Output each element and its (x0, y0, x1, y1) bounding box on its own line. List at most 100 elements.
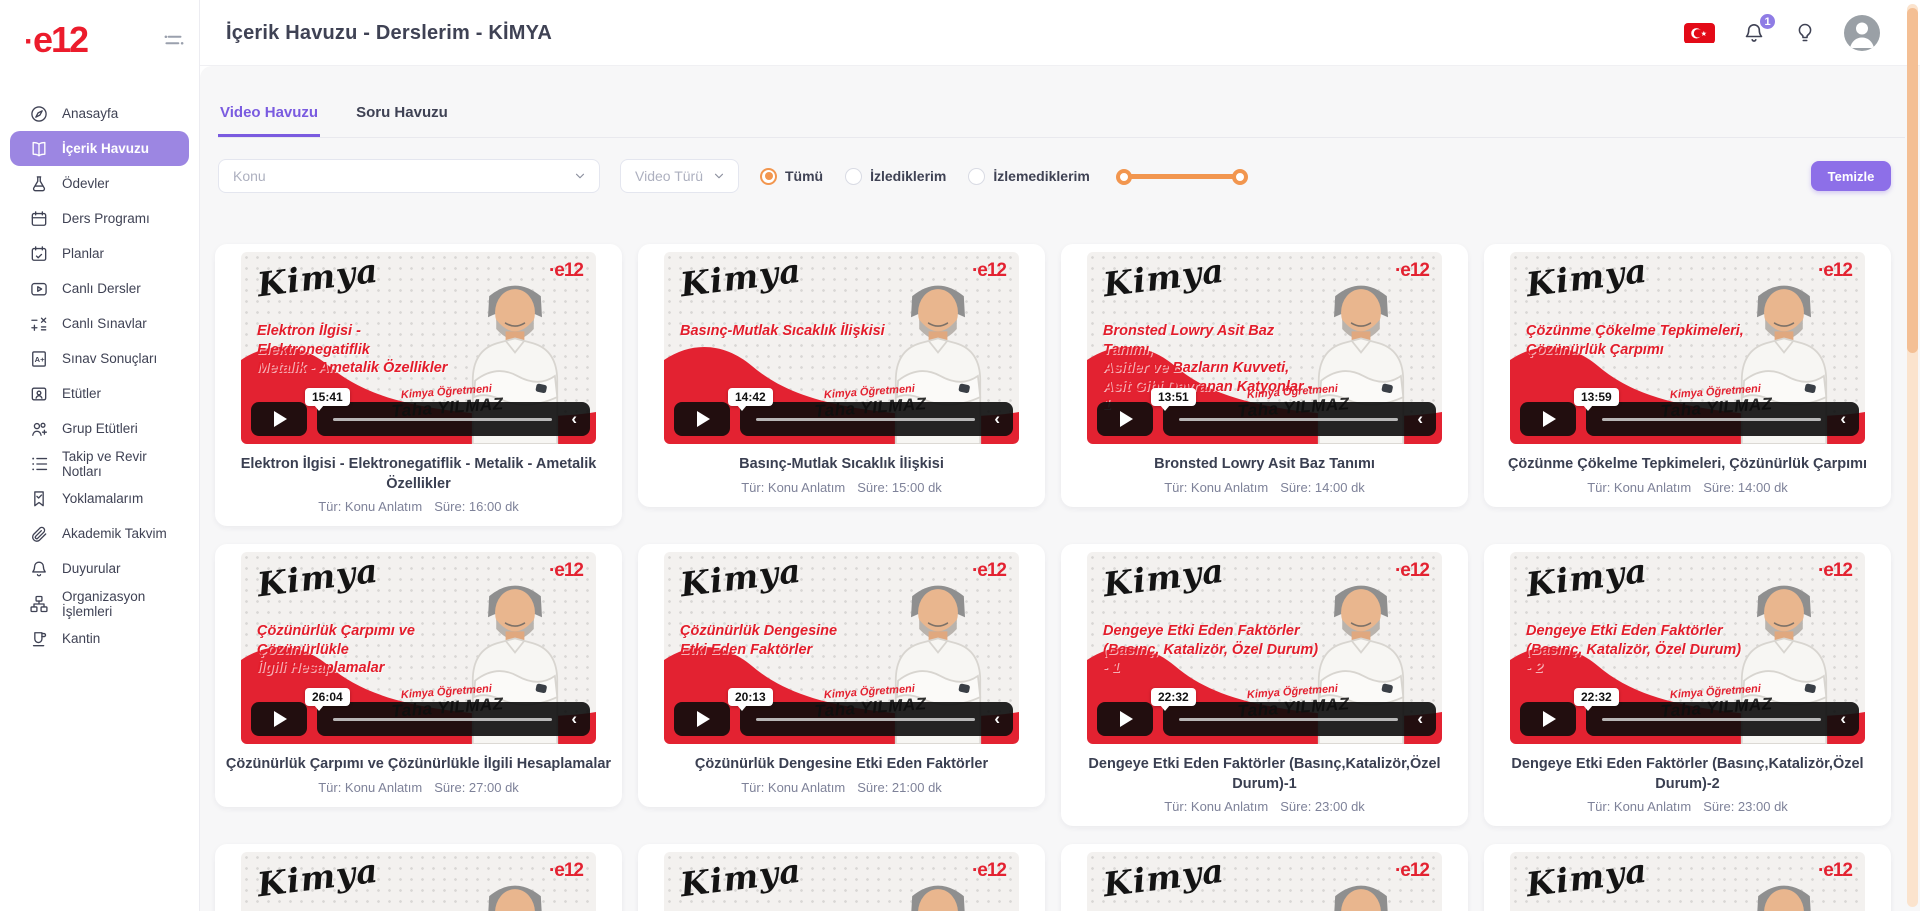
sidebar-item-anasayfa[interactable]: Anasayfa (10, 96, 189, 131)
video-type: Tür: Konu Anlatım (318, 499, 422, 514)
slider-track[interactable] (1124, 174, 1240, 179)
video-card[interactable]: Kimya ·e12 Dengeye Etki Eden Faktörler(B… (1061, 544, 1468, 826)
tab-video-havuzu[interactable]: Video Havuzu (218, 104, 320, 137)
sidebar-toggle-icon[interactable] (161, 27, 187, 53)
video-thumbnail[interactable]: Kimya ·e12 Kimya Öğretmeni Taha YILMAZ (241, 852, 596, 911)
progress-track (333, 718, 552, 721)
video-thumbnail[interactable]: Kimya ·e12 Elektron İlgisi - Elektronega… (241, 252, 596, 444)
play-button[interactable] (1097, 402, 1153, 436)
turkish-flag-icon[interactable] (1684, 23, 1715, 44)
video-card[interactable]: Kimya ·e12 Çözünürlük DengesineEtki Eden… (638, 544, 1045, 807)
video-card[interactable]: Kimya ·e12 Kimya Öğretmeni Taha YILMAZ (215, 844, 622, 911)
video-progress-bar[interactable]: ‹ (317, 702, 590, 736)
video-thumbnail[interactable]: Kimya ·e12 Bronsted Lowry Asit Baz Tanım… (1087, 252, 1442, 444)
sidebar-item-i-çerik-havuzu[interactable]: İçerik Havuzu (10, 131, 189, 166)
progress-track (756, 718, 975, 721)
compass-icon (29, 104, 49, 124)
konu-placeholder: Konu (233, 168, 266, 184)
sidebar-item-akademik-takvim[interactable]: Akademik Takvim (10, 516, 189, 551)
collapse-chevron-icon: ‹ (1417, 410, 1423, 427)
video-card[interactable]: Kimya ·e12 Kimya Öğretmeni Taha YILMAZ (1061, 844, 1468, 911)
play-button[interactable] (674, 402, 730, 436)
video-duration-label: Süre: 27:00 dk (434, 780, 519, 795)
video-thumbnail[interactable]: Kimya ·e12 Çözünürlük DengesineEtki Eden… (664, 552, 1019, 744)
video-card[interactable]: Kimya ·e12 Basınç-Mutlak Sıcaklık İlişki… (638, 244, 1045, 507)
sidebar-item-planlar[interactable]: Planlar (10, 236, 189, 271)
video-card[interactable]: Kimya ·e12 Kimya Öğretmeni Taha YILMAZ (1484, 844, 1891, 911)
play-button[interactable] (1520, 702, 1576, 736)
progress-track (1602, 718, 1821, 721)
duration-chip: 14:42 (728, 388, 773, 406)
sidebar-item-duyurular[interactable]: Duyurular (10, 551, 189, 586)
duration-chip: 20:13 (728, 688, 773, 706)
sidebar-item-canlı-dersler[interactable]: Canlı Dersler (10, 271, 189, 306)
video-progress-bar[interactable]: ‹ (1586, 702, 1859, 736)
page-scrollbar[interactable] (1907, 4, 1918, 907)
bell-icon (29, 559, 49, 579)
video-turu-select[interactable]: Video Türü (620, 159, 739, 193)
video-progress-bar[interactable]: ‹ (1163, 402, 1436, 436)
video-card[interactable]: Kimya ·e12 Bronsted Lowry Asit Baz Tanım… (1061, 244, 1468, 507)
play-icon (1543, 411, 1556, 427)
video-card[interactable]: Kimya ·e12 Elektron İlgisi - Elektronega… (215, 244, 622, 526)
video-title: Elektron İlgisi - Elektronegatiflik - Me… (225, 455, 612, 494)
video-card[interactable]: Kimya ·e12 Dengeye Etki Eden Faktörler(B… (1484, 544, 1891, 826)
radio-tumu[interactable]: Tümü (760, 168, 823, 185)
video-meta: Tür: Konu AnlatımSüre: 15:00 dk (646, 480, 1037, 495)
play-button[interactable] (251, 702, 307, 736)
duration-range-slider[interactable] (1116, 159, 1248, 193)
video-card[interactable]: Kimya ·e12 Çözünürlük Çarpımı ve Çözünür… (215, 544, 622, 807)
video-card[interactable]: Kimya ·e12 Çözünme Çökelme Tepkimeleri,Ç… (1484, 244, 1891, 507)
slider-handle-max[interactable] (1232, 169, 1248, 185)
sidebar-item-grup-etütleri[interactable]: Grup Etütleri (10, 411, 189, 446)
video-thumbnail[interactable]: Kimya ·e12 Kimya Öğretmeni Taha YILMAZ (1087, 852, 1442, 911)
page-title: İçerik Havuzu - Derslerim - KİMYA (226, 0, 552, 66)
video-progress-bar[interactable]: ‹ (1586, 402, 1859, 436)
video-duration-label: Süre: 14:00 dk (1703, 480, 1788, 495)
video-progress-bar[interactable]: ‹ (740, 702, 1013, 736)
video-card[interactable]: Kimya ·e12 Kimya Öğretmeni Taha YILMAZ (638, 844, 1045, 911)
sidebar-item-canlı-sınavlar[interactable]: Canlı Sınavlar (10, 306, 189, 341)
video-thumbnail[interactable]: Kimya ·e12 Kimya Öğretmeni Taha YILMAZ (1510, 852, 1865, 911)
notifications-button[interactable]: 1 (1742, 21, 1766, 45)
video-thumbnail[interactable]: Kimya ·e12 Çözünme Çökelme Tepkimeleri,Ç… (1510, 252, 1865, 444)
play-button[interactable] (1520, 402, 1576, 436)
play-button[interactable] (1097, 702, 1153, 736)
video-thumbnail[interactable]: Kimya ·e12 Çözünürlük Çarpımı ve Çözünür… (241, 552, 596, 744)
play-button[interactable] (674, 702, 730, 736)
video-thumbnail[interactable]: Kimya ·e12 Basınç-Mutlak Sıcaklık İlişki… (664, 252, 1019, 444)
video-thumbnail[interactable]: Kimya ·e12 Dengeye Etki Eden Faktörler(B… (1510, 552, 1865, 744)
sidebar-item-ders-programı[interactable]: Ders Programı (10, 201, 189, 236)
topbar: İçerik Havuzu - Derslerim - KİMYA 1 (200, 0, 1920, 66)
video-progress-bar[interactable]: ‹ (1163, 702, 1436, 736)
radio-izlediklerim[interactable]: İzlediklerim (845, 168, 946, 185)
sidebar-item-kantin[interactable]: Kantin (10, 621, 189, 656)
topbar-actions: 1 (1684, 0, 1880, 66)
sidebar-item-sınav-sonuçları[interactable]: A+Sınav Sonuçları (10, 341, 189, 376)
video-thumbnail[interactable]: Kimya ·e12 Dengeye Etki Eden Faktörler(B… (1087, 552, 1442, 744)
scrollbar-thumb[interactable] (1907, 8, 1918, 353)
sidebar-item-ödevler[interactable]: Ödevler (10, 166, 189, 201)
video-title: Çözünürlük Dengesine Etki Eden Faktörler (648, 755, 1035, 775)
book-open-icon (29, 139, 49, 159)
tab-soru-havuzu[interactable]: Soru Havuzu (354, 104, 450, 137)
slider-handle-min[interactable] (1116, 169, 1132, 185)
play-button[interactable] (251, 402, 307, 436)
logo-text: e12 (33, 19, 87, 61)
lightbulb-icon[interactable] (1793, 21, 1817, 45)
video-progress-bar[interactable]: ‹ (740, 402, 1013, 436)
radio-izlemediklerim[interactable]: İzlemediklerim (968, 168, 1090, 185)
clear-filters-button[interactable]: Temizle (1811, 161, 1891, 191)
user-avatar[interactable] (1844, 15, 1880, 51)
sidebar-item-organizasyon-i-şlemleri[interactable]: Organizasyon İşlemleri (10, 586, 189, 621)
konu-select[interactable]: Konu (218, 159, 600, 193)
progress-track (1179, 418, 1398, 421)
person-frame-icon (29, 384, 49, 404)
math-operations-icon (29, 314, 49, 334)
video-title: Çözünürlük Çarpımı ve Çözünürlükle İlgil… (225, 755, 612, 775)
video-progress-bar[interactable]: ‹ (317, 402, 590, 436)
sidebar-item-etütler[interactable]: Etütler (10, 376, 189, 411)
sidebar-item-takip-ve-revir-notları[interactable]: Takip ve Revir Notları (10, 446, 189, 481)
video-thumbnail[interactable]: Kimya ·e12 Kimya Öğretmeni Taha YILMAZ (664, 852, 1019, 911)
sidebar-item-yoklamalarım[interactable]: Yoklamalarım (10, 481, 189, 516)
